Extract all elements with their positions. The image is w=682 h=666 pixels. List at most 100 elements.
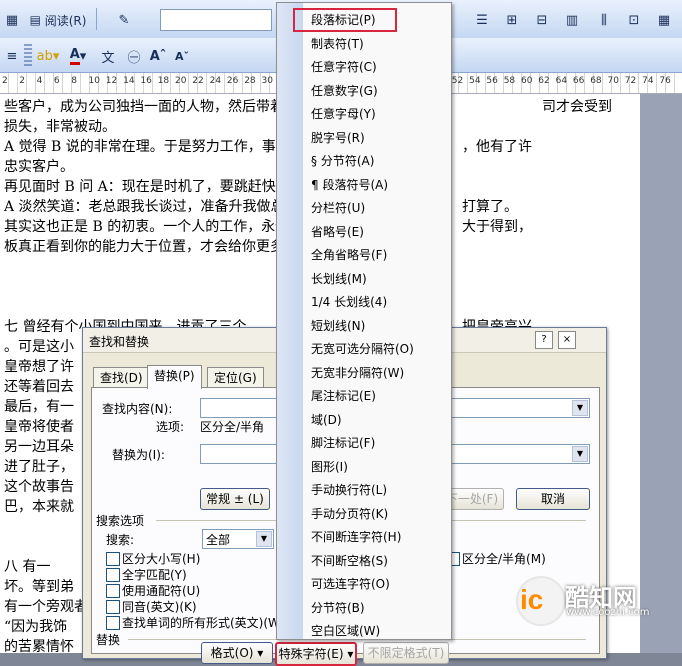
align-icon[interactable]: ≡: [2, 44, 22, 68]
format-button[interactable]: 格式(O) ▾: [201, 642, 273, 664]
menu-item[interactable]: 任意字符(C): [311, 58, 377, 75]
highlight-icon[interactable]: ab▾: [34, 44, 62, 68]
document-line: “因为我饰: [4, 619, 68, 635]
menu-item[interactable]: 长划线(M): [311, 270, 367, 287]
menu-item[interactable]: 手动分页符(K): [311, 505, 388, 522]
document-margin: [640, 94, 682, 653]
document-line: 其实这也正是 B 的初衷。一个人的工作，永远: [4, 219, 290, 235]
less-options-button[interactable]: 常规 ± (L): [200, 488, 270, 510]
wildcards-checkbox[interactable]: [106, 584, 120, 598]
outline-icon[interactable]: ☰: [470, 8, 494, 32]
search-options-heading: 搜索选项: [96, 514, 145, 528]
ruler-number: 24: [209, 76, 222, 86]
chevron-down-icon[interactable]: ▼: [256, 531, 272, 547]
menu-item[interactable]: 尾注标记(E): [311, 387, 376, 404]
menu-item[interactable]: 全角省略号(F): [311, 246, 387, 263]
document-line: 有一个旁观者: [4, 599, 88, 615]
split-icon[interactable]: ⊟: [530, 8, 554, 32]
watermark-logo: ic: [520, 584, 544, 615]
match-case-checkbox[interactable]: [106, 552, 120, 566]
menu-item[interactable]: 分节符(B): [311, 599, 365, 616]
document-line: 另一边耳朵: [4, 439, 74, 455]
tab-goto[interactable]: 定位(G): [207, 367, 264, 388]
menu-item[interactable]: 无宽可选分隔符(O): [311, 340, 414, 357]
tab-replace[interactable]: 替换(P): [147, 365, 202, 389]
ruler-number: 30: [261, 76, 273, 86]
menu-item[interactable]: 手动换行符(L): [311, 481, 387, 498]
toolbar-separator: [96, 8, 97, 30]
cancel-button[interactable]: 取消: [516, 488, 590, 510]
ruler-number: 20: [175, 76, 187, 86]
menu-item[interactable]: 任意字母(Y): [311, 105, 376, 122]
chevron-down-icon[interactable]: ▼: [572, 400, 588, 416]
menu-gutter: [277, 3, 303, 639]
doc-fragment: 大于得到，: [462, 219, 532, 235]
dialog-title: 查找和替换: [89, 335, 150, 349]
document-line: A 觉得 B 说的非常在理。于是努力工作，事: [4, 139, 276, 155]
menu-item[interactable]: 不间断空格(S): [311, 552, 388, 569]
menu-item[interactable]: 域(D): [311, 411, 342, 428]
draw-icon[interactable]: ✎: [112, 8, 136, 32]
grid-icon[interactable]: ▦: [652, 8, 676, 32]
menu-item[interactable]: 省略号(E): [311, 223, 364, 240]
close-button[interactable]: ×: [558, 331, 576, 349]
font-grow-icon[interactable]: Aˆ: [146, 44, 170, 68]
toolbar-grip[interactable]: [24, 44, 32, 66]
ruler-number: 6: [53, 76, 60, 86]
ruler-number: 64: [555, 76, 568, 86]
tab-find[interactable]: 查找(D): [93, 367, 150, 388]
table-icon[interactable]: ▦: [2, 8, 22, 32]
menu-item[interactable]: ¶ 段落符号(A): [311, 176, 388, 193]
doc-fragment: 司才会受到: [542, 99, 612, 115]
ruler-number: 60: [521, 76, 533, 86]
ruler-number: 72: [624, 76, 637, 86]
word-forms-checkbox[interactable]: [106, 616, 120, 630]
menu-item[interactable]: 图形(I): [311, 458, 348, 475]
menu-item[interactable]: 空白区域(W): [311, 622, 380, 639]
menu-item[interactable]: 制表符(T): [311, 35, 364, 52]
no-formatting-button[interactable]: 不限定格式(T): [363, 642, 449, 664]
menu-item[interactable]: 短划线(N): [311, 317, 365, 334]
menu-item[interactable]: 分栏符(U): [311, 199, 365, 216]
sounds-like-checkbox[interactable]: [106, 600, 120, 614]
special-button[interactable]: 特殊字符(E) ▾: [275, 642, 357, 666]
options-label: 选项:: [156, 420, 185, 434]
ruler-number: 18: [157, 76, 170, 86]
chevron-down-icon[interactable]: ▼: [572, 446, 588, 462]
menu-item[interactable]: 任意数字(G): [311, 82, 378, 99]
menu-item[interactable]: 不间断连字符(H): [311, 528, 401, 545]
document-line: 的苦累情怀: [4, 639, 74, 653]
menu-item[interactable]: 可选连字符(O): [311, 575, 390, 592]
document-line: 还等着回去: [4, 379, 74, 395]
font-shrink-icon[interactable]: Aˇ: [170, 44, 194, 68]
menu-item[interactable]: § 分节符(A): [311, 152, 374, 169]
ruler-number: 8: [71, 76, 77, 86]
menu-item[interactable]: 脚注标记(F): [311, 434, 375, 451]
read-button[interactable]: ▤ 阅读(R): [22, 8, 94, 32]
word-forms-label: 查找单词的所有形式(英文)(W): [122, 616, 285, 630]
special-characters-menu: 段落标记(P) 制表符(T) 任意字符(C) 任意数字(G) 任意字母(Y) 脱字号(R)…: [276, 2, 452, 640]
insert-icon[interactable]: ⊞: [500, 8, 524, 32]
menu-item[interactable]: 脱字号(R): [311, 129, 365, 146]
menu-item[interactable]: 1/4 长划线(4): [311, 293, 387, 310]
ruler-number: 62: [538, 76, 550, 86]
style-box[interactable]: [160, 9, 272, 31]
merge-icon[interactable]: ▥: [560, 8, 584, 32]
help-button[interactable]: ?: [535, 331, 553, 349]
search-label: 搜索:: [106, 533, 135, 547]
distribute-icon[interactable]: ⊡: [622, 8, 646, 32]
wildcards-label: 使用通配符(U): [122, 584, 201, 598]
document-line: 。可是这小: [4, 339, 74, 355]
ruler-number: 56: [486, 76, 498, 86]
ruler-number: 10: [88, 76, 100, 86]
menu-item[interactable]: 段落标记(P): [311, 11, 376, 28]
columns-icon[interactable]: ⫼: [592, 8, 616, 32]
phonetic-icon[interactable]: 文: [96, 44, 120, 68]
search-direction-select[interactable]: 全部 ▼: [202, 529, 274, 549]
whole-word-checkbox[interactable]: [106, 568, 120, 582]
font-color-icon[interactable]: A ▾: [64, 44, 92, 68]
menu-item[interactable]: 无宽非分隔符(W): [311, 364, 404, 381]
ruler-number: 74: [642, 76, 654, 86]
enclose-icon[interactable]: ㊀: [122, 44, 146, 68]
search-direction-value: 全部: [206, 533, 231, 547]
